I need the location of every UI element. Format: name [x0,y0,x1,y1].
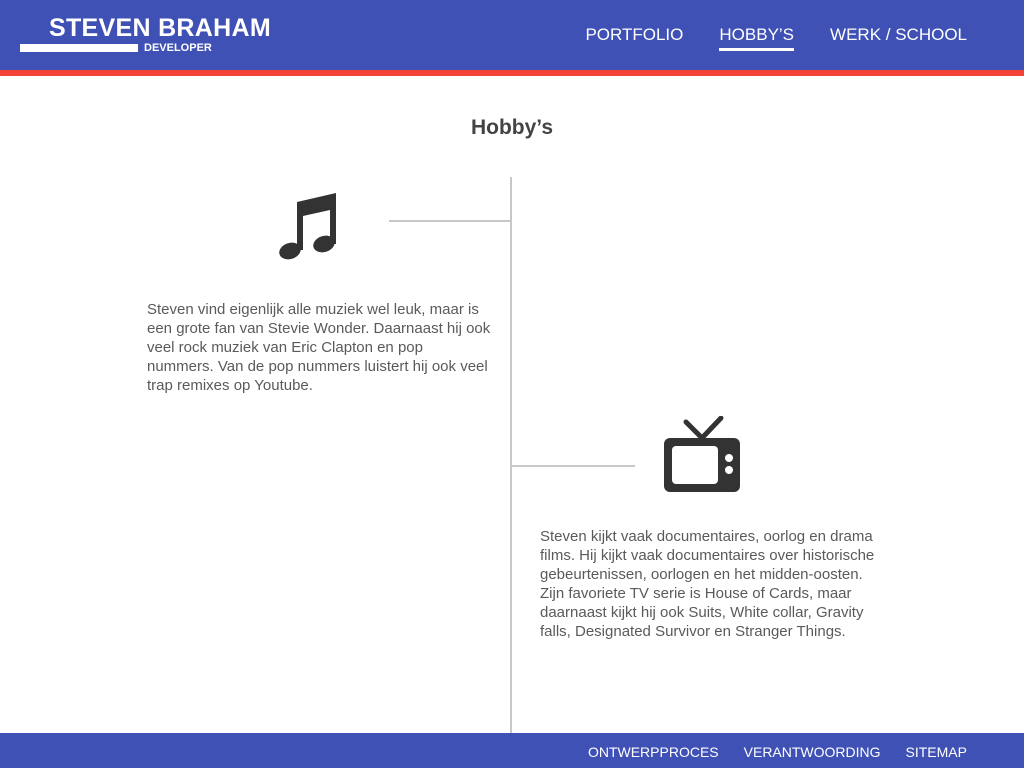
nav-item-hobbys[interactable]: HOBBY’S [719,25,794,51]
logo[interactable]: STEVEN BRAHAM DEVELOPER [20,12,271,58]
timeline-line [510,177,512,733]
hobby-music-text: Steven vind eigenlijk alle muziek wel le… [147,301,491,394]
logo-role: DEVELOPER [144,42,212,54]
timeline-connector-tv [512,465,635,467]
footer-nav: ONTWERPPROCES VERANTWOORDING SITEMAP [563,744,967,760]
nav-item-portfolio[interactable]: PORTFOLIO [585,25,683,51]
header-accent-stripe [0,70,1024,76]
site-footer: ONTWERPPROCES VERANTWOORDING SITEMAP [0,733,1024,768]
logo-name: STEVEN BRAHAM [49,14,271,42]
tv-icon [664,416,740,492]
page-title: Hobby’s [470,116,554,139]
timeline-connector-music [389,220,510,222]
footer-link-sitemap[interactable]: SITEMAP [906,744,967,760]
music-note-icon [279,193,336,260]
main-nav: PORTFOLIO HOBBY’S WERK / SCHOOL [549,25,967,51]
footer-link-ontwerpproces[interactable]: ONTWERPPROCES [588,744,719,760]
site-header: STEVEN BRAHAM DEVELOPER PORTFOLIO HOBBY’… [0,0,1024,70]
hobby-tv-text: Steven kijkt vaak documentaires, oorlog … [540,528,875,640]
footer-link-verantwoording[interactable]: VERANTWOORDING [744,744,881,760]
logo-bar [20,44,138,52]
nav-item-werk-school[interactable]: WERK / SCHOOL [830,25,967,51]
